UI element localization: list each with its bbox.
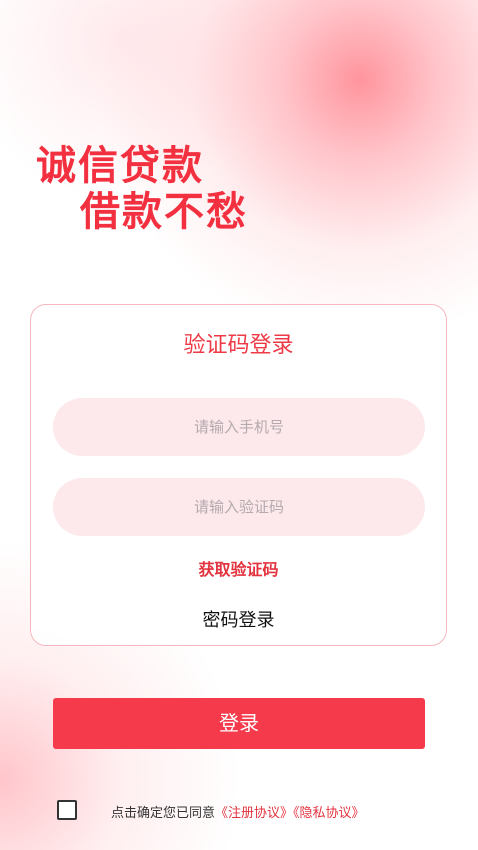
agreement-row: 点击确定您已同意《注册协议》《隐私协议》 bbox=[57, 800, 457, 822]
card-title: 验证码登录 bbox=[183, 333, 294, 358]
agreement-checkbox[interactable] bbox=[57, 800, 77, 820]
register-agreement-link[interactable]: 《注册协议》 bbox=[215, 806, 293, 821]
slogan-line-1: 诚信贷款 bbox=[36, 143, 204, 189]
verification-code-input[interactable] bbox=[53, 478, 425, 536]
privacy-agreement-link[interactable]: 《隐私协议》 bbox=[293, 806, 365, 821]
slogan-line-2: 借款不愁 bbox=[80, 189, 248, 235]
password-login-link[interactable]: 密码登录 bbox=[31, 606, 446, 632]
login-button[interactable]: 登录 bbox=[53, 698, 425, 749]
phone-input[interactable] bbox=[53, 398, 425, 456]
get-code-button[interactable]: 获取验证码 bbox=[31, 556, 446, 580]
agreement-text: 点击确定您已同意《注册协议》《隐私协议》 bbox=[111, 802, 365, 821]
login-card: 验证码登录 获取验证码 密码登录 bbox=[30, 304, 447, 646]
agreement-prefix: 点击确定您已同意 bbox=[111, 806, 216, 821]
